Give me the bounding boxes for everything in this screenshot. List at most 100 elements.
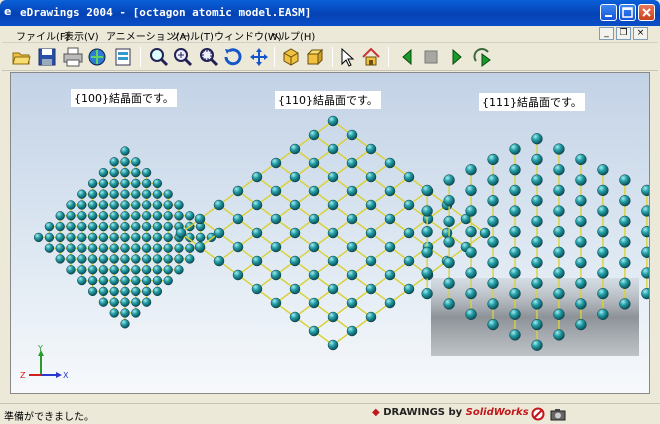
atom (109, 157, 119, 167)
zoom-to-fit-icon[interactable] (148, 46, 170, 68)
atom (443, 256, 455, 269)
stop-icon[interactable] (420, 46, 442, 68)
atom (531, 256, 543, 269)
close-button[interactable] (638, 4, 655, 21)
zoom-in-out-icon[interactable] (172, 46, 194, 68)
atom (213, 227, 225, 239)
atom (346, 241, 358, 253)
atom (77, 265, 87, 275)
play-icon[interactable] (446, 46, 468, 68)
atom (270, 185, 282, 197)
rotate-icon[interactable] (222, 46, 244, 68)
atom (575, 195, 587, 207)
atom (619, 215, 631, 228)
select-icon[interactable] (336, 46, 358, 68)
atom (553, 226, 565, 238)
atom (98, 297, 109, 307)
home-icon[interactable] (360, 46, 382, 68)
atom (174, 265, 184, 275)
atom (141, 232, 152, 243)
atom (120, 232, 130, 243)
atom (87, 286, 98, 297)
minimize-button[interactable] (600, 4, 617, 21)
menu-view[interactable]: 表示(V) (64, 28, 99, 43)
mdi-restore-button[interactable]: ❐ (616, 27, 631, 40)
model-viewport[interactable]: Y Z X {100}結晶面です。 {110}結晶面です。 {111}結晶面です… (10, 72, 650, 394)
toolbar-separator (274, 47, 275, 67)
atom (98, 275, 109, 286)
isometric-view-icon[interactable] (280, 46, 302, 68)
atom (141, 221, 152, 232)
atom (531, 236, 543, 248)
atom (87, 275, 98, 286)
atom (270, 157, 282, 169)
atom (465, 205, 477, 217)
atom (403, 199, 415, 211)
atom (163, 232, 173, 243)
label-100-plane: {100}結晶面です。 (71, 89, 177, 107)
brand-logo: ◆ DRAWINGS by SolidWorks (372, 407, 529, 418)
atom (641, 184, 649, 197)
send-icon[interactable] (86, 46, 108, 68)
mdi-minimize-button[interactable]: _ (599, 27, 614, 40)
pan-icon[interactable] (248, 46, 270, 68)
atom (77, 221, 87, 232)
atom (443, 174, 455, 186)
no-icon[interactable] (531, 407, 545, 421)
atom (163, 254, 173, 264)
save-icon[interactable] (36, 46, 58, 68)
atom (289, 199, 301, 211)
atom (531, 339, 543, 351)
atom (131, 211, 141, 221)
atom (109, 189, 119, 199)
atom (597, 287, 609, 300)
menu-file[interactable]: ファイル(F) (16, 28, 70, 43)
atom (55, 254, 65, 264)
camera-icon[interactable] (550, 407, 566, 421)
crystal-model-canvas[interactable]: Y Z X (11, 73, 650, 394)
print-icon[interactable] (62, 46, 84, 68)
atom (163, 275, 173, 286)
atom (185, 243, 195, 253)
maximize-button[interactable] (619, 4, 636, 21)
atom (289, 283, 301, 295)
atom (443, 236, 455, 248)
atom (152, 232, 163, 243)
atom (66, 254, 76, 264)
zoom-to-area-icon[interactable] (198, 46, 220, 68)
atom (553, 329, 565, 341)
atom (509, 308, 521, 320)
atom (44, 221, 55, 232)
print-preview-icon[interactable] (112, 46, 134, 68)
minimize-icon (605, 15, 612, 17)
atom (141, 189, 152, 199)
atom (131, 254, 141, 264)
axis-triad: Y Z X (20, 344, 69, 380)
atom (131, 243, 141, 253)
atom (443, 298, 455, 310)
atom (384, 213, 396, 225)
atom (509, 205, 521, 217)
atom (120, 297, 130, 307)
menu-tools[interactable]: ツール(T) (170, 28, 214, 43)
atom (270, 297, 282, 309)
menu-help[interactable]: ヘルプ(H) (270, 28, 315, 43)
atom (509, 164, 521, 176)
atom (109, 286, 119, 297)
open-icon[interactable] (10, 46, 32, 68)
window-title: eDrawings 2004 - [octagon atomic model.E… (20, 6, 312, 19)
atom (120, 211, 130, 221)
app-logo-icon: e (4, 5, 12, 18)
atom (98, 243, 109, 253)
atom (597, 246, 609, 258)
atom (109, 254, 119, 264)
previous-icon[interactable] (396, 46, 418, 68)
atom (346, 269, 358, 281)
mdi-close-button[interactable]: × (633, 27, 648, 40)
continuous-play-icon[interactable] (472, 46, 494, 68)
atom (403, 283, 415, 295)
atom (163, 243, 173, 253)
atom (327, 227, 339, 239)
atom (120, 265, 130, 275)
shaded-view-icon[interactable] (304, 46, 326, 68)
